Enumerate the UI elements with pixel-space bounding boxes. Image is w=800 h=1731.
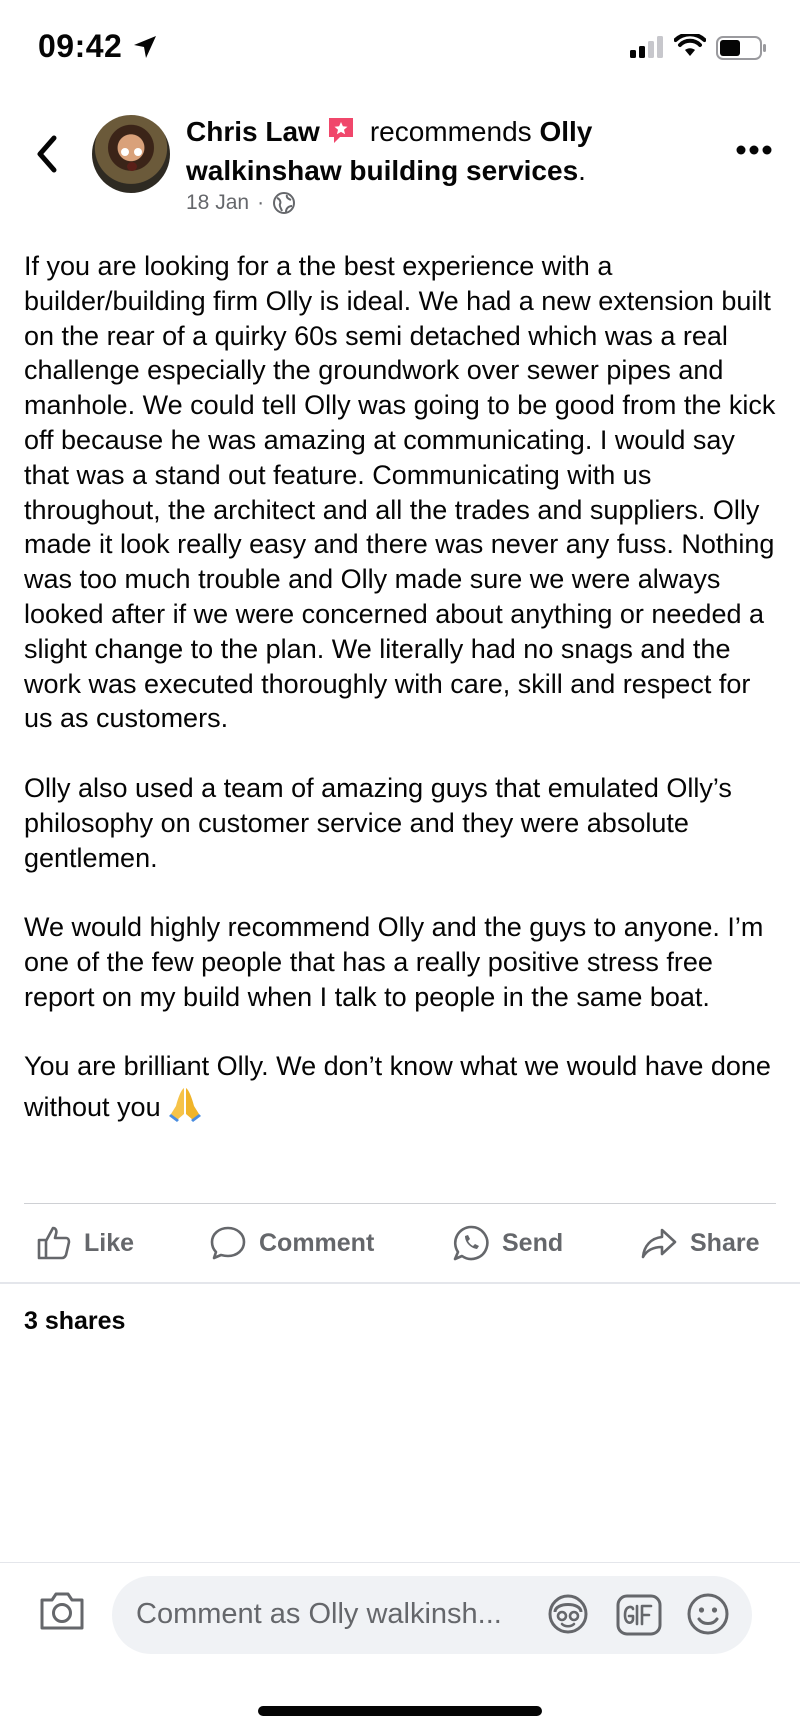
author-avatar[interactable]: [92, 115, 170, 193]
post-body: If you are looking for a the best experi…: [24, 249, 784, 1125]
share-button[interactable]: Share: [640, 1206, 759, 1280]
meta-separator: ·: [257, 191, 265, 214]
post-paragraph-text: You are brilliant Olly. We don’t know wh…: [24, 1051, 771, 1123]
like-button[interactable]: Like: [36, 1206, 134, 1280]
praying-hands-emoji: [168, 1088, 201, 1123]
divider: [0, 1282, 800, 1284]
author-name[interactable]: Chris Law: [186, 116, 320, 147]
signal-icon: [630, 36, 663, 58]
comment-button[interactable]: Comment: [209, 1206, 374, 1280]
post-paragraph: Olly also used a team of amazing guys th…: [24, 772, 732, 873]
post-paragraph: If you are looking for a the best experi…: [24, 251, 776, 734]
status-bar: 09:42: [0, 0, 800, 98]
location-arrow-icon: [134, 36, 156, 58]
post-meta: 18 Jan ·: [186, 191, 296, 215]
header-punct: .: [578, 155, 586, 186]
like-thumb-icon: [37, 1226, 71, 1260]
shares-count[interactable]: 3 shares: [24, 1307, 125, 1336]
like-label: Like: [84, 1228, 135, 1257]
back-chevron-icon[interactable]: [30, 132, 64, 176]
status-time: 09:42: [38, 28, 123, 64]
whatsapp-send-icon: [453, 1225, 489, 1261]
comment-placeholder: Comment as Olly walkinsh...: [136, 1598, 502, 1630]
more-dots-icon[interactable]: [736, 144, 772, 156]
send-button[interactable]: Send: [452, 1206, 563, 1280]
post-header: Chris Law recommends Olly walkinshaw buil…: [186, 112, 656, 190]
post-paragraph-last: You are brilliant Olly. We don’t know wh…: [24, 1049, 784, 1125]
battery-icon: [716, 36, 766, 60]
send-label: Send: [502, 1228, 564, 1257]
emoji-smile-icon[interactable]: [686, 1592, 730, 1636]
comment-bubble-icon: [210, 1226, 246, 1260]
wifi-icon: [674, 34, 706, 56]
share-label: Share: [690, 1228, 760, 1257]
home-indicator[interactable]: [258, 1706, 542, 1716]
post-paragraph: We would highly recommend Olly and the g…: [24, 912, 764, 1012]
avatar-sticker-icon[interactable]: [546, 1592, 590, 1636]
camera-icon[interactable]: [38, 1590, 86, 1632]
divider: [24, 1203, 776, 1204]
post-date[interactable]: 18 Jan: [186, 191, 249, 215]
divider: [0, 1562, 800, 1563]
post-actions: Like Comment Send Share: [0, 1206, 800, 1280]
comment-label: Comment: [259, 1228, 375, 1257]
recommends-text: recommends: [369, 116, 532, 147]
globe-icon: [273, 192, 296, 214]
star-badge-icon: [328, 118, 353, 143]
comment-input[interactable]: Comment as Olly walkinsh...: [112, 1576, 752, 1654]
share-arrow-icon: [641, 1228, 677, 1259]
gif-icon[interactable]: [616, 1594, 662, 1636]
